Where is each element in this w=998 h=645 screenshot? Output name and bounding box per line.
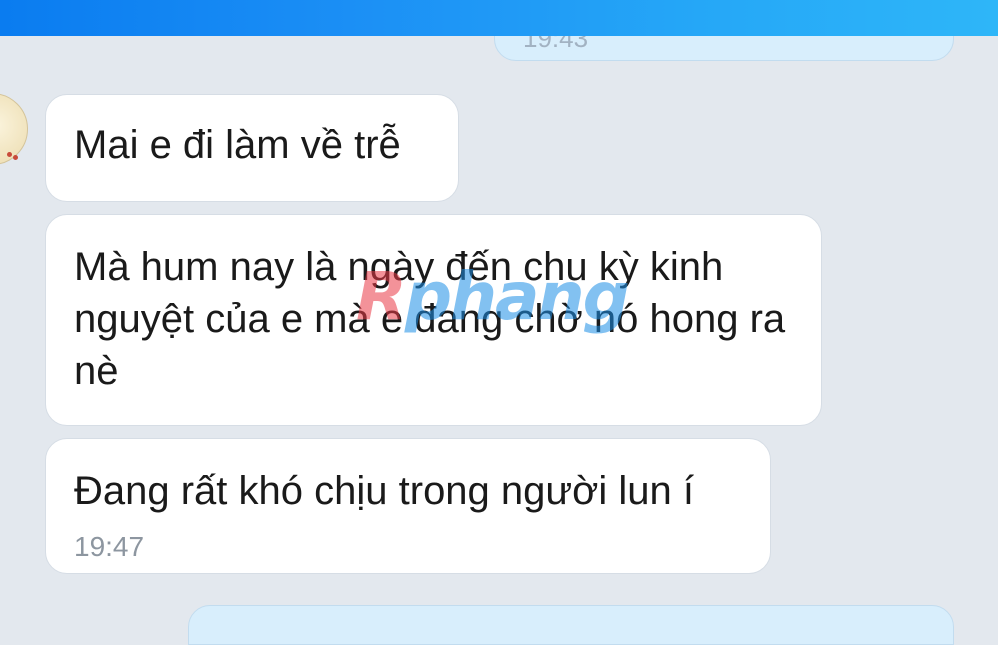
outgoing-message-bubble[interactable] (188, 605, 954, 645)
incoming-message-bubble[interactable]: Mà hum nay là ngày đến chu kỳ kinh nguyệ… (45, 214, 822, 426)
avatar-detail (13, 155, 18, 160)
message-timestamp: 19:47 (74, 531, 145, 562)
top-header-bar (0, 0, 998, 36)
message-text: Mai e đi làm về trễ (74, 123, 401, 167)
incoming-message-bubble[interactable]: Mai e đi làm về trễ (45, 94, 459, 202)
message-text: Mà hum nay là ngày đến chu kỳ kinh nguyệ… (74, 245, 786, 393)
avatar-detail (7, 152, 12, 157)
message-text: Đang rất khó chịu trong người lun í (74, 469, 695, 513)
incoming-message-bubble[interactable]: Đang rất khó chịu trong người lun í 19:4… (45, 438, 771, 574)
contact-avatar[interactable] (0, 93, 28, 165)
